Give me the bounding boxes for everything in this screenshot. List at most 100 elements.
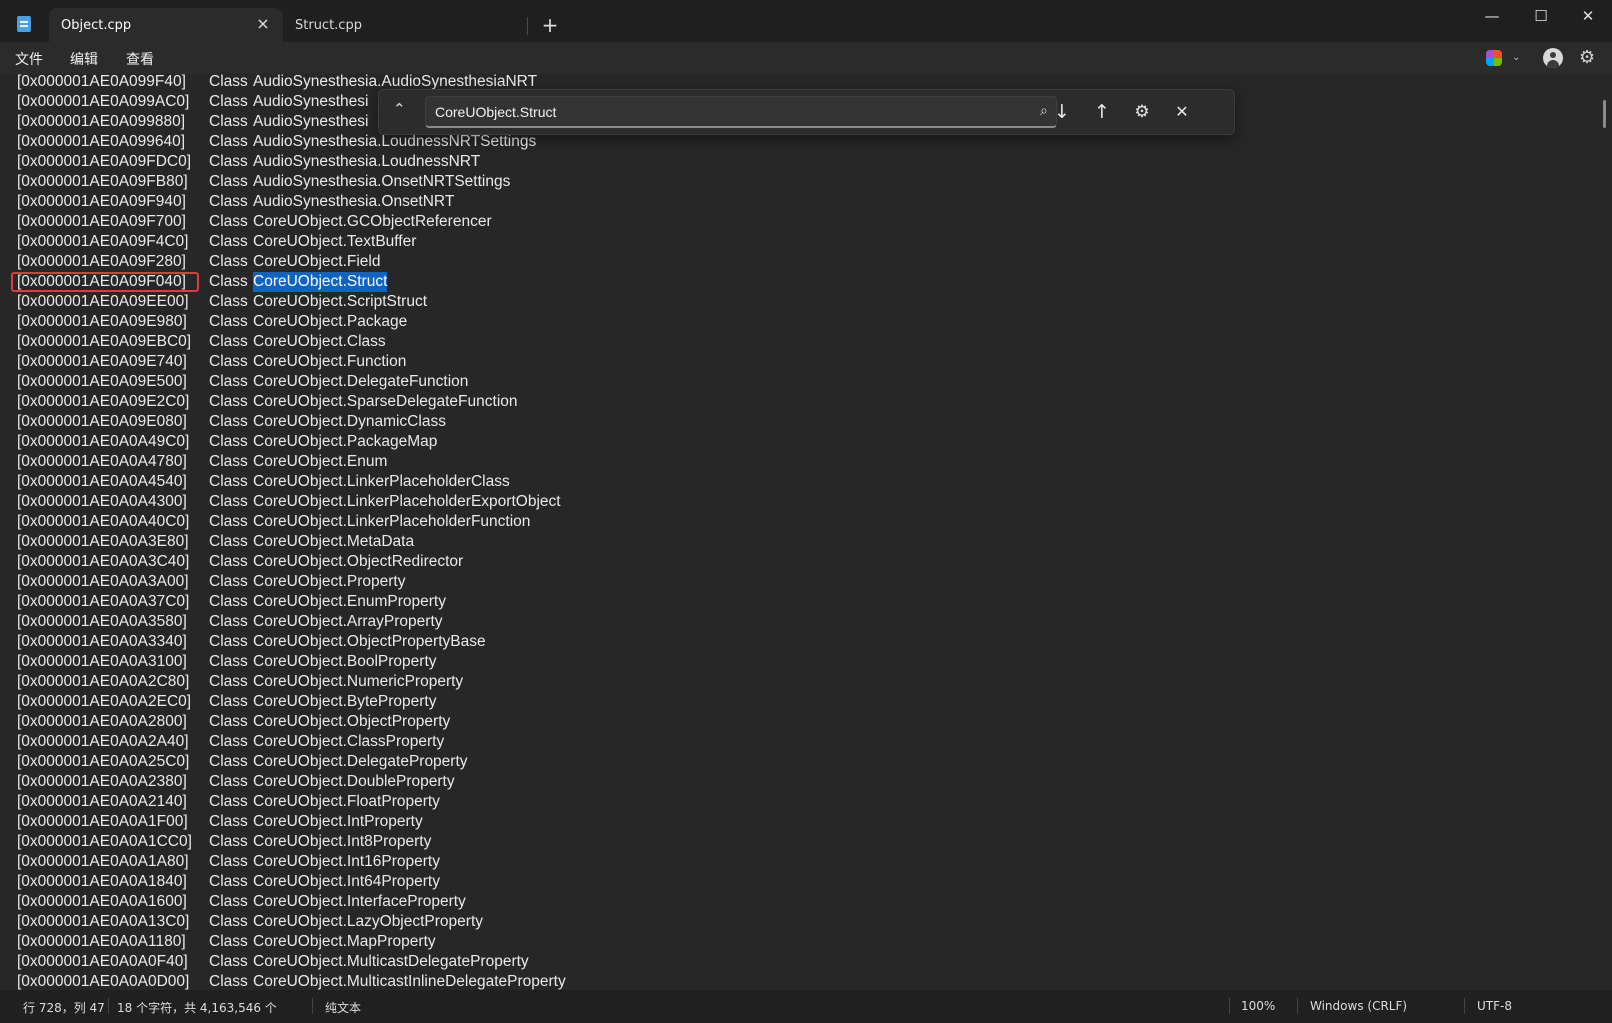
text-line[interactable]: [0x000001AE0A09FDC0] Class AudioSynesthesi… (0, 152, 1600, 172)
chevron-down-icon[interactable]: ⌄ (1512, 52, 1520, 63)
line-object-name: CoreUObject.Int8Property (253, 833, 432, 850)
text-line[interactable]: [0x000001AE0A09F040] Class CoreUObject.Str… (0, 272, 1600, 292)
text-line[interactable]: [0x000001AE0A09FB80] Class AudioSynesthesi… (0, 172, 1600, 192)
minimize-button[interactable]: — (1470, 4, 1514, 28)
find-next-button[interactable]: ↓ (1049, 99, 1075, 125)
text-line[interactable]: [0x000001AE0A09EE00] Class CoreUObject.Scr… (0, 292, 1600, 312)
search-icon[interactable]: ⌕ (1040, 103, 1048, 119)
find-previous-button[interactable]: ↑ (1089, 99, 1115, 125)
text-line[interactable]: [0x000001AE0A09E080] Class CoreUObject.Dyn… (0, 412, 1600, 432)
find-options-icon[interactable]: ⚙ (1129, 99, 1155, 125)
tab-struct-cpp[interactable]: Struct.cpp (283, 8, 528, 42)
text-line[interactable]: [0x000001AE0A09E500] Class CoreUObject.Del… (0, 372, 1600, 392)
text-line[interactable]: [0x000001AE0A0A49C0] Class CoreUObject.Pac… (0, 432, 1600, 452)
text-line[interactable]: [0x000001AE0A0A3340] Class CoreUObject.Obj… (0, 632, 1600, 652)
text-line[interactable]: [0x000001AE0A0A4780] Class CoreUObject.Enu… (0, 452, 1600, 472)
text-line[interactable]: [0x000001AE0A0A2EC0] Class CoreUObject.Byt… (0, 692, 1600, 712)
close-tab-icon[interactable]: × (255, 16, 271, 32)
text-line[interactable]: [0x000001AE0A09E980] Class CoreUObject.Pac… (0, 312, 1600, 332)
text-line[interactable]: [0x000001AE0A0A2140] Class CoreUObject.Flo… (0, 792, 1600, 812)
text-line[interactable]: [0x000001AE0A0A13C0] Class CoreUObject.Laz… (0, 912, 1600, 932)
close-find-button[interactable]: ✕ (1169, 99, 1195, 125)
copilot-icon[interactable] (1486, 50, 1502, 66)
text-line[interactable]: [0x000001AE0A09F700] Class CoreUObject.GCO… (0, 212, 1600, 232)
line-address: [0x000001AE0A0A2C80] (17, 673, 190, 690)
line-type: Class (209, 773, 248, 790)
vertical-scrollbar[interactable] (1600, 74, 1612, 990)
new-tab-button[interactable]: + (540, 14, 560, 36)
text-line[interactable]: [0x000001AE0A0A2A40] Class CoreUObject.Cla… (0, 732, 1600, 752)
status-divider (1464, 998, 1465, 1014)
scrollbar-thumb[interactable] (1603, 100, 1606, 128)
line-object-name: CoreUObject.Field (253, 253, 381, 270)
close-window-button[interactable]: ✕ (1566, 4, 1610, 28)
settings-gear-icon[interactable]: ⚙ (1579, 47, 1595, 68)
cursor-position[interactable]: 行 728，列 47 (23, 999, 105, 1016)
line-object-name: CoreUObject.MulticastDelegateProperty (253, 953, 529, 970)
line-address: [0x000001AE0A0A1F00] (17, 813, 188, 830)
line-type: Class (209, 953, 248, 970)
line-address: [0x000001AE0A0A4540] (17, 473, 187, 490)
find-input[interactable] (425, 96, 1057, 128)
line-type: Class (209, 433, 248, 450)
text-line[interactable]: [0x000001AE0A0A1180] Class CoreUObject.Map… (0, 932, 1600, 952)
text-format[interactable]: 纯文本 (325, 999, 361, 1016)
text-line[interactable]: [0x000001AE0A099640] Class AudioSynesthesi… (0, 132, 1600, 152)
text-line[interactable]: [0x000001AE0A0A2800] Class CoreUObject.Obj… (0, 712, 1600, 732)
line-type: Class (209, 373, 248, 390)
text-line[interactable]: [0x000001AE0A0A1840] Class CoreUObject.Int… (0, 872, 1600, 892)
text-line[interactable]: [0x000001AE0A0A1CC0] Class CoreUObject.Int… (0, 832, 1600, 852)
text-line[interactable]: [0x000001AE0A09E740] Class CoreUObject.Fun… (0, 352, 1600, 372)
text-line[interactable]: [0x000001AE0A0A3100] Class CoreUObject.Boo… (0, 652, 1600, 672)
text-line[interactable]: [0x000001AE0A0A3A00] Class CoreUObject.Pro… (0, 572, 1600, 592)
text-line[interactable]: [0x000001AE0A0A40C0] Class CoreUObject.Lin… (0, 512, 1600, 532)
text-line[interactable]: [0x000001AE0A0A1A80] Class CoreUObject.Int… (0, 852, 1600, 872)
account-avatar[interactable] (1543, 48, 1563, 68)
status-divider (1297, 998, 1298, 1014)
line-object-name: CoreUObject.FloatProperty (253, 793, 440, 810)
line-address: [0x000001AE0A09E740] (17, 353, 187, 370)
maximize-button[interactable]: ☐ (1519, 4, 1563, 28)
line-type: Class (209, 473, 248, 490)
line-type: Class (209, 493, 248, 510)
status-divider (312, 998, 313, 1014)
text-editor[interactable]: [0x000001AE0A099F40] Class AudioSynesthesi… (0, 74, 1600, 990)
line-object-name: CoreUObject.LinkerPlaceholderExportObjec… (253, 493, 561, 510)
toggle-replace-chevron-icon[interactable]: ⌃ (393, 100, 406, 118)
text-line[interactable]: [0x000001AE0A0A3C40] Class CoreUObject.Obj… (0, 552, 1600, 572)
text-line[interactable]: [0x000001AE0A09EBC0] Class CoreUObject.Cla… (0, 332, 1600, 352)
text-line[interactable]: [0x000001AE0A09F940] Class AudioSynesthesi… (0, 192, 1600, 212)
text-line[interactable]: [0x000001AE0A0A0D00] Class CoreUObject.Mul… (0, 972, 1600, 990)
text-line[interactable]: [0x000001AE0A0A4540] Class CoreUObject.Lin… (0, 472, 1600, 492)
menu-view[interactable]: 查看 (126, 49, 154, 69)
line-address: [0x000001AE0A0A2380] (17, 773, 187, 790)
line-type: Class (209, 673, 248, 690)
line-ending[interactable]: Windows (CRLF) (1310, 999, 1407, 1013)
text-line[interactable]: [0x000001AE0A0A2C80] Class CoreUObject.Num… (0, 672, 1600, 692)
text-line[interactable]: [0x000001AE0A0A3580] Class CoreUObject.Arr… (0, 612, 1600, 632)
text-line[interactable]: [0x000001AE0A09E2C0] Class CoreUObject.Spa… (0, 392, 1600, 412)
text-line[interactable]: [0x000001AE0A0A4300] Class CoreUObject.Lin… (0, 492, 1600, 512)
text-line[interactable]: [0x000001AE0A0A1F00] Class CoreUObject.Int… (0, 812, 1600, 832)
encoding[interactable]: UTF-8 (1477, 999, 1512, 1013)
menu-edit[interactable]: 编辑 (70, 49, 98, 69)
tab-object-cpp[interactable]: Object.cpp × (49, 8, 283, 42)
text-line[interactable]: [0x000001AE0A09F280] Class CoreUObject.Fie… (0, 252, 1600, 272)
zoom-level[interactable]: 100% (1241, 999, 1275, 1013)
menu-file[interactable]: 文件 (15, 49, 43, 69)
text-line[interactable]: [0x000001AE0A09F4C0] Class CoreUObject.Tex… (0, 232, 1600, 252)
line-address: [0x000001AE0A09EE00] (17, 293, 189, 310)
line-object-name: CoreUObject.LinkerPlaceholderFunction (253, 513, 531, 530)
line-type: Class (209, 853, 248, 870)
line-object-name: AudioSynesthesi (253, 113, 369, 130)
line-address: [0x000001AE0A0A3C40] (17, 553, 190, 570)
text-line[interactable]: [0x000001AE0A0A37C0] Class CoreUObject.Enu… (0, 592, 1600, 612)
line-type: Class (209, 713, 248, 730)
text-line[interactable]: [0x000001AE0A0A0F40] Class CoreUObject.Mul… (0, 952, 1600, 972)
tab-label: Object.cpp (61, 17, 132, 33)
text-line[interactable]: [0x000001AE0A0A1600] Class CoreUObject.Int… (0, 892, 1600, 912)
text-line[interactable]: [0x000001AE0A0A25C0] Class CoreUObject.Del… (0, 752, 1600, 772)
text-line[interactable]: [0x000001AE0A0A2380] Class CoreUObject.Dou… (0, 772, 1600, 792)
text-line[interactable]: [0x000001AE0A0A3E80] Class CoreUObject.Met… (0, 532, 1600, 552)
line-object-name: CoreUObject.TextBuffer (253, 233, 417, 250)
